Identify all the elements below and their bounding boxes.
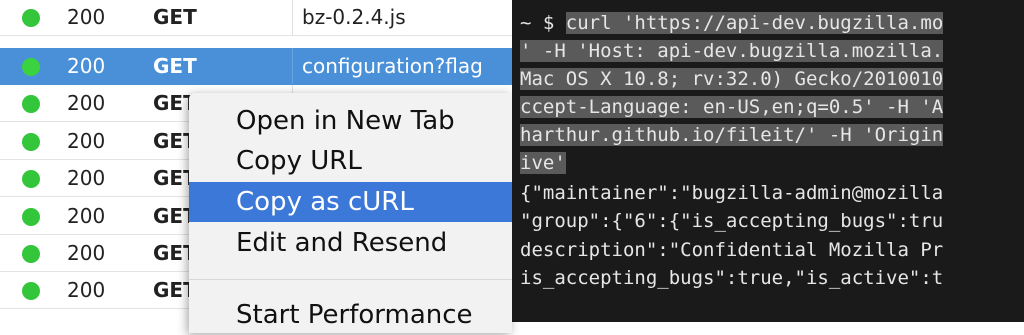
menu-item-start-performance[interactable]: Start Performance: [189, 295, 512, 335]
status-code: 200: [67, 241, 106, 265]
selected-text: curl 'https://api-dev.bugzilla.mo: [565, 12, 944, 34]
menu-separator: [189, 279, 512, 280]
status-ok-icon: [22, 9, 40, 27]
http-method: GET: [153, 54, 197, 78]
status-code: 200: [67, 166, 106, 190]
status-ok-icon: [22, 95, 40, 113]
terminal-text: is_accepting_bugs":true,"is_active":t: [520, 267, 944, 289]
terminal-line: {"maintainer":"bugzilla-admin@mozilla: [520, 180, 943, 207]
terminal-line: description":"Confidential Mozilla Pr: [520, 237, 943, 264]
menu-item-copy-url[interactable]: Copy URL: [189, 141, 512, 181]
terminal-text: description":"Confidential Mozilla Pr: [520, 239, 944, 261]
status-ok-icon: [22, 170, 40, 188]
status-code: 200: [67, 5, 106, 29]
menu-item-edit-and-resend[interactable]: Edit and Resend: [189, 223, 512, 263]
context-menu: Open in New Tab Copy URL Copy as cURL Edit …: [189, 93, 512, 333]
status-ok-icon: [22, 58, 40, 76]
menu-item-copy-as-curl[interactable]: Copy as cURL: [189, 182, 512, 222]
terminal-line: harthur.github.io/fileit/' -H 'Origin: [520, 122, 944, 149]
selected-text: ive': [520, 152, 566, 174]
terminal-line: ' -H 'Host: api-dev.bugzilla.mozilla.: [520, 38, 944, 65]
status-code: 200: [67, 54, 106, 78]
terminal-text: "group":{"6":{"is_accepting_bugs":tru: [520, 210, 944, 232]
selected-text: ' -H 'Host: api-dev.bugzilla.mozilla.: [520, 40, 944, 62]
selected-text: ccept-Language: en-US,en;q=0.5' -H 'A: [520, 96, 944, 118]
menu-item-open-in-new-tab[interactable]: Open in New Tab: [189, 101, 512, 141]
terminal-window[interactable]: ~ $ curl 'https://api-dev.bugzilla.mo ' -…: [512, 0, 1024, 322]
status-ok-icon: [22, 245, 40, 263]
terminal-line: ccept-Language: en-US,en;q=0.5' -H 'A: [520, 94, 944, 121]
status-ok-icon: [22, 282, 40, 300]
terminal-text: {"maintainer":"bugzilla-admin@mozilla: [520, 182, 944, 204]
status-code: 200: [67, 204, 106, 228]
selected-text: harthur.github.io/fileit/' -H 'Origin: [520, 124, 944, 146]
terminal-line: ~ $ curl 'https://api-dev.bugzilla.mo: [520, 10, 944, 37]
http-method: GET: [153, 5, 197, 29]
status-code: 200: [67, 278, 106, 302]
terminal-line: is_accepting_bugs":true,"is_active":t: [520, 265, 943, 292]
terminal-line: Mac OS X 10.8; rv:32.0) Gecko/2010010: [520, 66, 944, 93]
selected-text: Mac OS X 10.8; rv:32.0) Gecko/2010010: [520, 68, 944, 90]
request-file: bz-0.2.4.js: [292, 0, 512, 35]
status-code: 200: [67, 129, 106, 153]
terminal-line: "group":{"6":{"is_accepting_bugs":tru: [520, 208, 943, 235]
request-row[interactable]: 200 GET configuration?flag: [0, 48, 512, 85]
terminal-line: ive': [520, 150, 566, 177]
terminal-text: ~ $: [520, 12, 566, 34]
request-row[interactable]: 200 GET bz-0.2.4.js: [0, 0, 512, 36]
status-ok-icon: [22, 133, 40, 151]
status-ok-icon: [22, 208, 40, 226]
status-code: 200: [67, 91, 106, 115]
request-file: configuration?flag: [292, 48, 512, 84]
